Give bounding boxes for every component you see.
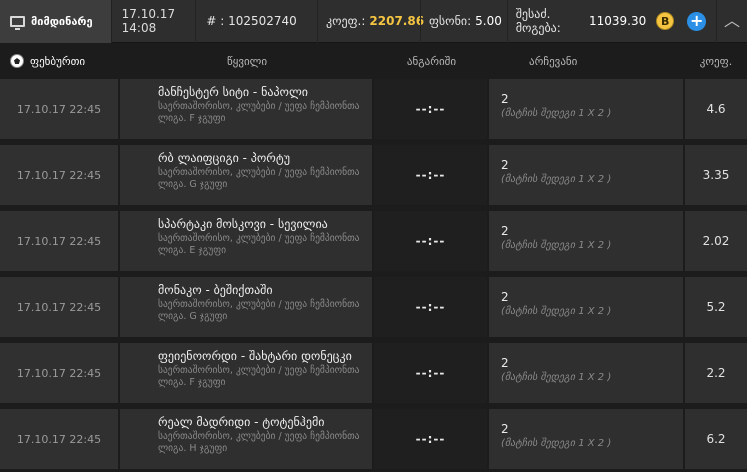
bet-odd: 2.02 <box>685 211 747 271</box>
total-odds-label: კოეფ.: <box>325 14 366 28</box>
bet-odd: 2.2 <box>685 343 747 403</box>
possible-win-label: შესაძ. მოგება: <box>515 7 561 35</box>
bet-odd: 3.35 <box>685 145 747 205</box>
match-date: 17.10.17 22:45 <box>0 409 120 469</box>
bet-odd: 6.2 <box>685 409 747 469</box>
header-choice: არჩევანი <box>529 54 578 68</box>
table-header: ფეხბურთი წყვილი ანგარიში არჩევანი კოეფ. <box>0 43 747 79</box>
bet-list: 17.10.17 22:45 მანჩესტერ სიტი - ნაპოლი ს… <box>0 79 747 472</box>
match-league: საერთაშორისო, კლუბები / უეფა ჩემპიონთა ლ… <box>158 101 360 124</box>
bet-row: 17.10.17 22:45 მანჩესტერ სიტი - ნაპოლი ს… <box>0 79 747 139</box>
header-score: ანგარიში <box>406 54 457 68</box>
monitor-icon <box>10 15 25 30</box>
match-score: --:-- <box>374 277 489 337</box>
match-event: რბ ლაიფციგი - პორტუ საერთაშორისო, კლუბებ… <box>120 145 374 205</box>
bet-pick: 2 <box>501 92 509 106</box>
bet-market: (მატჩის შედეგი 1 X 2 ) <box>501 438 612 449</box>
bet-row: 17.10.17 22:45 სპარტაკი მოსკოვი - სევილი… <box>0 211 747 271</box>
soccer-ball-icon <box>10 54 24 68</box>
bet-pick: 2 <box>501 224 509 238</box>
bet-market: (მატჩის შედეგი 1 X 2 ) <box>501 372 612 383</box>
match-date: 17.10.17 22:45 <box>0 277 120 337</box>
bet-market: (მატჩის შედეგი 1 X 2 ) <box>501 174 612 185</box>
match-league: საერთაშორისო, კლუბები / უეფა ჩემპიონთა ლ… <box>158 365 360 388</box>
match-league: საერთაშორისო, კლუბები / უეფა ჩემპიონთა ლ… <box>158 299 360 322</box>
tab-current-label: მიმდინარე <box>31 14 93 28</box>
ticket-date: 17.10.17 14:08 <box>110 0 196 43</box>
match-teams: რეალ მადრიდი - ტოტენჰემი <box>158 415 325 429</box>
ticket-number: # : 102502740 <box>195 0 317 43</box>
bet-pick: 2 <box>501 356 509 370</box>
header-odd: კოეფ. <box>699 54 733 68</box>
match-event: სპარტაკი მოსკოვი - სევილია საერთაშორისო,… <box>120 211 374 271</box>
match-teams: რბ ლაიფციგი - პორტუ <box>158 151 290 165</box>
bet-market: (მატჩის შედეგი 1 X 2 ) <box>501 240 612 251</box>
stake: ფსონი: 5.00 <box>419 0 507 43</box>
bet-choice: 2 (მატჩის შედეგი 1 X 2 ) <box>489 211 685 271</box>
bet-row: 17.10.17 22:45 რეალ მადრიდი - ტოტენჰემი … <box>0 409 747 469</box>
match-league: საერთაშორისო, კლუბები / უეფა ჩემპიონთა ლ… <box>158 167 360 190</box>
match-league: საერთაშორისო, კლუბები / უეფა ჩემპიონთა ლ… <box>158 431 360 454</box>
bet-pick: 2 <box>501 422 509 436</box>
match-score: --:-- <box>374 409 489 469</box>
bet-row: 17.10.17 22:45 ფეიენოორდი - შახტარი დონე… <box>0 343 747 403</box>
match-event: რეალ მადრიდი - ტოტენჰემი საერთაშორისო, კ… <box>120 409 374 469</box>
total-odds-value: 2207.86 <box>369 14 425 28</box>
bet-choice: 2 (მატჩის შედეგი 1 X 2 ) <box>489 277 685 337</box>
match-date: 17.10.17 22:45 <box>0 79 120 139</box>
match-score: --:-- <box>374 79 489 139</box>
bet-pick: 2 <box>501 290 509 304</box>
match-event: მანჩესტერ სიტი - ნაპოლი საერთაშორისო, კლ… <box>120 79 374 139</box>
header-sport-label: ფეხბურთი <box>30 54 86 68</box>
bet-choice: 2 (მატჩის შედეგი 1 X 2 ) <box>489 145 685 205</box>
match-event: ფეიენოორდი - შახტარი დონეცკი საერთაშორის… <box>120 343 374 403</box>
header-event: წყვილი <box>226 54 268 68</box>
match-league: საერთაშორისო, კლუბები / უეფა ჩემპიონთა ლ… <box>158 233 360 256</box>
possible-win: შესაძ. მოგება: 11039.30 <box>506 0 647 43</box>
bet-market: (მატჩის შედეგი 1 X 2 ) <box>501 108 612 119</box>
match-score: --:-- <box>374 211 489 271</box>
match-teams: მანჩესტერ სიტი - ნაპოლი <box>158 85 308 99</box>
match-date: 17.10.17 22:45 <box>0 343 120 403</box>
stake-value: 5.00 <box>475 14 502 28</box>
bet-odd: 5.2 <box>685 277 747 337</box>
bet-pick: 2 <box>501 158 509 172</box>
bet-odd: 4.6 <box>685 79 747 139</box>
header-sport: ფეხბურთი <box>0 54 120 68</box>
collapse-icon[interactable]: ︿ <box>716 0 747 43</box>
match-teams: ფეიენოორდი - შახტარი დონეცკი <box>158 349 352 363</box>
stake-label: ფსონი: <box>428 14 472 28</box>
match-score: --:-- <box>374 145 489 205</box>
bet-choice: 2 (მატჩის შედეგი 1 X 2 ) <box>489 409 685 469</box>
match-teams: მონაკო - ბეშიქთაში <box>158 283 273 297</box>
bet-row: 17.10.17 22:45 რბ ლაიფციგი - პორტუ საერთ… <box>0 145 747 205</box>
match-date: 17.10.17 22:45 <box>0 145 120 205</box>
match-event: მონაკო - ბეშიქთაში საერთაშორისო, კლუბები… <box>120 277 374 337</box>
bonus-icon[interactable]: B <box>656 12 675 30</box>
add-icon[interactable]: + <box>687 11 707 31</box>
possible-win-value: 11039.30 <box>588 14 647 28</box>
match-score: --:-- <box>374 343 489 403</box>
tab-current[interactable]: მიმდინარე <box>0 0 111 43</box>
bet-choice: 2 (მატჩის შედეგი 1 X 2 ) <box>489 79 685 139</box>
match-date: 17.10.17 22:45 <box>0 211 120 271</box>
bet-row: 17.10.17 22:45 მონაკო - ბეშიქთაში საერთა… <box>0 277 747 337</box>
bet-choice: 2 (მატჩის შედეგი 1 X 2 ) <box>489 343 685 403</box>
ticket-topbar: მიმდინარე 17.10.17 14:08 # : 102502740 კ… <box>0 0 747 43</box>
bet-market: (მატჩის შედეგი 1 X 2 ) <box>501 306 612 317</box>
match-teams: სპარტაკი მოსკოვი - სევილია <box>158 217 328 231</box>
total-odds: კოეფ.: 2207.86 <box>316 0 424 43</box>
